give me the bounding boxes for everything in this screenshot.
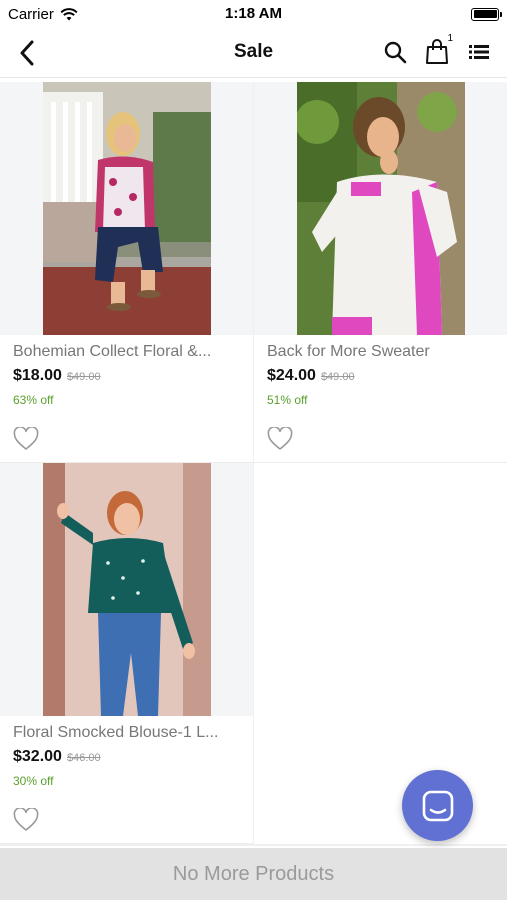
empty-grid-cell [254,463,507,844]
original-price: $46.00 [66,752,101,764]
product-card[interactable]: Floral Smocked Blouse-1 L... $32.00 $46.… [0,463,253,844]
product-image[interactable] [0,82,253,335]
heart-icon[interactable] [13,427,39,451]
sale-price: $18.00 [13,367,62,384]
heart-icon[interactable] [267,427,293,451]
product-card[interactable]: Back for More Sweater $24.00 $49.00 51% … [254,82,507,463]
status-time: 1:18 AM [225,5,282,22]
no-more-products-banner: No More Products [0,848,507,900]
price-row: $18.00 $49.00 [13,367,240,385]
list-view-button[interactable] [465,38,493,66]
discount-label: 51% off [267,393,308,407]
photo-woman-floral-blouse-sitting [42,82,211,335]
heart-icon[interactable] [13,808,39,832]
chat-button[interactable] [402,770,473,841]
chat-icon [422,790,453,821]
price-row: $24.00 $49.00 [267,367,494,385]
price-row: $32.00 $46.00 [13,748,240,766]
sale-price: $32.00 [13,748,62,765]
original-price: $49.00 [320,371,355,383]
search-icon [384,41,407,64]
product-title[interactable]: Bohemian Collect Floral &... [13,343,240,361]
product-grid: Bohemian Collect Floral &... $18.00 $49.… [0,82,507,846]
product-title[interactable]: Floral Smocked Blouse-1 L... [13,724,240,742]
original-price: $49.00 [66,371,101,383]
shopping-bag-icon [426,39,448,64]
photo-woman-teal-blouse-doorway [42,463,211,716]
sale-price: $24.00 [267,367,316,384]
cart-button[interactable]: 1 [423,33,453,66]
discount-label: 63% off [13,393,54,407]
product-image[interactable] [254,82,507,335]
battery-icon [471,7,502,21]
nav-actions: 1 [381,33,493,66]
product-title[interactable]: Back for More Sweater [267,343,494,361]
status-bar: Carrier 1:18 AM [0,0,507,28]
nav-bar: Sale 1 [0,28,507,78]
product-image[interactable] [0,463,253,716]
product-card[interactable]: Bohemian Collect Floral &... $18.00 $49.… [0,82,253,463]
cart-count-badge: 1 [447,33,453,44]
search-button[interactable] [381,38,409,66]
discount-label: 30% off [13,774,54,788]
photo-woman-white-pink-sweater [296,82,465,335]
list-menu-icon [469,45,489,59]
